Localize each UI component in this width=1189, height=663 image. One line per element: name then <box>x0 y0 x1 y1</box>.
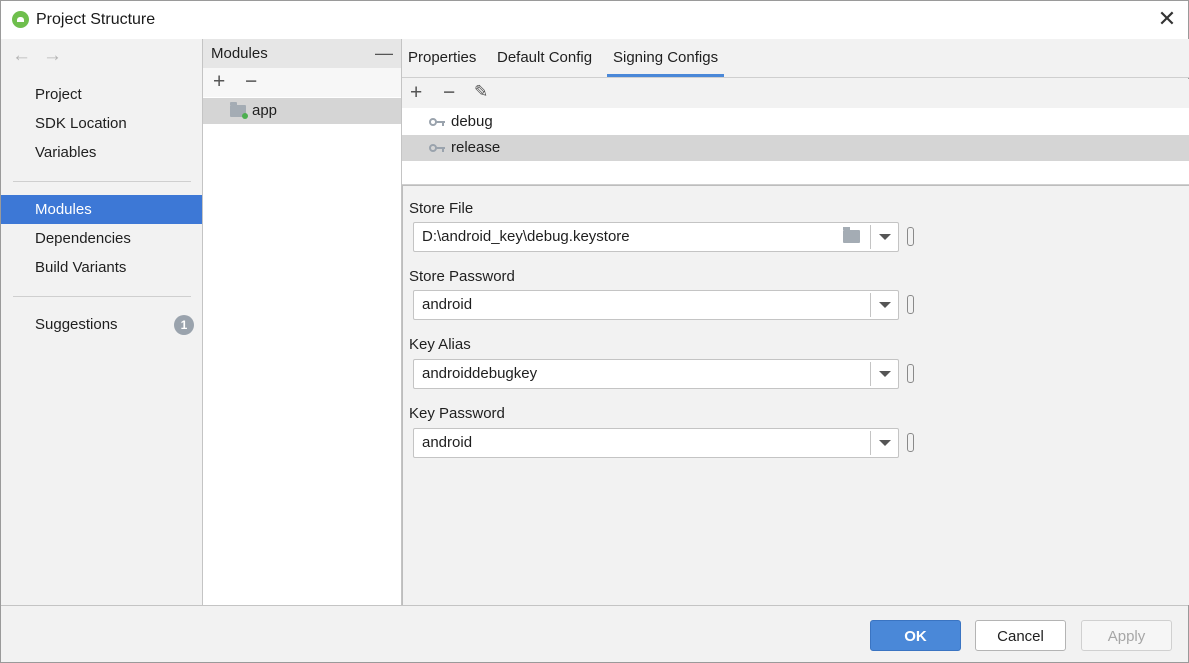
sidebar-item-project[interactable]: Project <box>1 80 202 109</box>
modules-header-title: Modules <box>211 45 268 62</box>
module-item-app[interactable]: app <box>203 98 401 124</box>
key-password-input[interactable] <box>422 429 842 457</box>
module-item-label: app <box>252 102 278 119</box>
module-tabs: Properties Default Config Signing Config… <box>402 39 1189 78</box>
dropdown-divider <box>870 225 871 249</box>
apply-button[interactable]: Apply <box>1081 620 1172 651</box>
footer-divider <box>1 605 1188 606</box>
dropdown-divider <box>870 293 871 317</box>
tab-default-config[interactable]: Default Config <box>491 39 598 77</box>
close-button[interactable]: ✕ <box>1154 7 1180 33</box>
sidebar-divider <box>13 181 191 182</box>
key-alias-input[interactable] <box>422 360 842 388</box>
key-password-combobox[interactable] <box>413 428 899 458</box>
collapse-panel-button[interactable]: — <box>375 39 393 68</box>
store-file-input[interactable] <box>422 223 842 251</box>
title-bar: Project Structure ✕ <box>1 1 1188 39</box>
remove-signing-config-button[interactable]: − <box>443 81 455 105</box>
sidebar-divider <box>13 296 191 297</box>
store-password-combobox[interactable] <box>413 290 899 320</box>
key-icon <box>429 117 445 127</box>
modules-header: Modules — <box>203 39 401 68</box>
sidebar-item-variables[interactable]: Variables <box>1 138 202 167</box>
edit-signing-config-button[interactable]: ✎ <box>474 82 488 102</box>
chevron-down-icon[interactable] <box>879 234 891 240</box>
sidebar: ← → Project SDK Location Variables Modul… <box>1 39 202 605</box>
modules-panel: Modules — + − app <box>203 39 401 605</box>
tab-properties[interactable]: Properties <box>402 39 482 77</box>
sidebar-item-label: Modules <box>35 201 92 218</box>
signing-config-debug[interactable]: debug <box>402 109 1189 135</box>
dropdown-divider <box>870 362 871 386</box>
forward-arrow-icon[interactable]: → <box>43 45 62 67</box>
android-studio-icon <box>12 11 29 28</box>
key-alias-combobox[interactable] <box>413 359 899 389</box>
sidebar-item-dependencies[interactable]: Dependencies <box>1 224 202 253</box>
remove-module-button[interactable]: − <box>245 70 257 94</box>
sidebar-item-label: Build Variants <box>35 259 127 276</box>
field-pin-icon[interactable] <box>907 433 914 452</box>
sidebar-item-sdk-location[interactable]: SDK Location <box>1 109 202 138</box>
project-structure-dialog: Project Structure ✕ ← → Project SDK Loca… <box>0 0 1189 663</box>
cancel-button[interactable]: Cancel <box>975 620 1066 651</box>
browse-folder-icon[interactable] <box>843 227 860 243</box>
store-password-label: Store Password <box>409 268 515 285</box>
store-file-label: Store File <box>409 200 474 217</box>
field-pin-icon[interactable] <box>907 364 914 383</box>
modules-toolbar: + − <box>203 68 401 97</box>
store-file-combobox[interactable] <box>413 222 899 252</box>
sidebar-item-label: Project <box>35 86 82 103</box>
key-alias-label: Key Alias <box>409 336 471 353</box>
signing-config-form: Store File Store Password Key Alias Key … <box>402 185 1189 605</box>
field-pin-icon[interactable] <box>907 227 914 246</box>
signing-config-label: debug <box>451 113 493 130</box>
sidebar-item-label: Suggestions <box>35 316 118 333</box>
back-arrow-icon[interactable]: ← <box>12 45 31 67</box>
tab-signing-configs[interactable]: Signing Configs <box>607 39 725 77</box>
sidebar-item-build-variants[interactable]: Build Variants <box>1 253 202 282</box>
sidebar-item-modules[interactable]: Modules <box>1 195 202 224</box>
chevron-down-icon[interactable] <box>879 440 891 446</box>
add-module-button[interactable]: + <box>213 70 225 94</box>
sidebar-item-label: Dependencies <box>35 230 131 247</box>
field-pin-icon[interactable] <box>907 295 914 314</box>
signing-config-label: release <box>451 139 501 156</box>
chevron-down-icon[interactable] <box>879 302 891 308</box>
sidebar-item-label: SDK Location <box>35 115 127 132</box>
ok-button[interactable]: OK <box>870 620 961 651</box>
sidebar-item-suggestions[interactable]: Suggestions 1 <box>1 310 202 339</box>
suggestions-count-badge: 1 <box>174 315 194 335</box>
chevron-down-icon[interactable] <box>879 371 891 377</box>
add-signing-config-button[interactable]: + <box>410 81 422 105</box>
signing-config-release[interactable]: release <box>402 135 1189 161</box>
key-icon <box>429 143 445 153</box>
sidebar-item-label: Variables <box>35 144 97 161</box>
window-title: Project Structure <box>36 11 156 28</box>
module-folder-icon <box>230 102 248 119</box>
store-password-input[interactable] <box>422 291 842 319</box>
signing-config-list: debug release <box>402 108 1189 185</box>
key-password-label: Key Password <box>409 405 505 422</box>
signing-toolbar: + − ✎ <box>402 79 1189 108</box>
dropdown-divider <box>870 431 871 455</box>
